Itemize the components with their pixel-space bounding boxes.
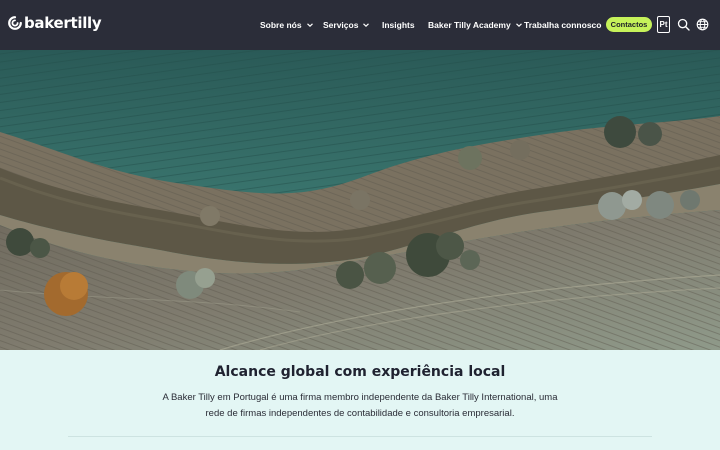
top-navigation-bar: bakertilly Sobre nós Serviços Insights B… [0, 0, 720, 50]
nav-label: Insights [382, 20, 415, 30]
contactos-button[interactable]: Contactos [606, 17, 652, 32]
section-divider [68, 436, 652, 437]
nav-item-trabalha-connosco[interactable]: Trabalha connosco [524, 17, 613, 33]
nav-item-sobre-nos[interactable]: Sobre nós [260, 17, 314, 33]
intro-section: Alcance global com experiência local A B… [0, 350, 720, 450]
language-selector[interactable]: Pt [657, 16, 670, 33]
chevron-down-icon [515, 23, 522, 28]
chevron-down-icon [306, 23, 313, 28]
nav-label: Sobre nós [260, 20, 302, 30]
globe-icon[interactable] [696, 18, 709, 31]
brand-name: bakertilly [24, 14, 102, 32]
nav-label: Baker Tilly Academy [428, 20, 511, 30]
bakertilly-swirl-icon [8, 16, 22, 30]
nav-label: Serviços [323, 20, 359, 30]
nav-item-servicos[interactable]: Serviços [323, 17, 370, 33]
hero-aerial-image [0, 50, 720, 350]
section-description: A Baker Tilly em Portugal é uma firma me… [162, 392, 558, 419]
search-icon[interactable] [677, 18, 690, 31]
bakertilly-logo[interactable]: bakertilly [8, 12, 102, 34]
nav-item-insights[interactable]: Insights [382, 17, 415, 33]
nav-label: Trabalha connosco [524, 20, 602, 30]
river-landscape-illustration [0, 50, 720, 350]
section-title: Alcance global com experiência local [214, 364, 506, 380]
nav-item-baker-tilly-academy[interactable]: Baker Tilly Academy [428, 17, 523, 33]
chevron-down-icon [363, 23, 370, 28]
